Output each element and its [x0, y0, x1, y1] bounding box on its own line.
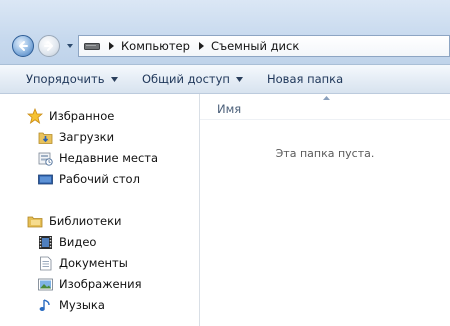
pictures-icon	[38, 278, 53, 290]
organize-button[interactable]: Упорядочить	[26, 72, 118, 86]
column-header-name[interactable]: Имя	[217, 102, 241, 116]
sidebar-item-label: Изображения	[59, 277, 142, 291]
forward-button[interactable]	[38, 35, 60, 57]
navigation-pane[interactable]: Избранное Загрузки Недавние места Рабочи…	[0, 94, 200, 326]
organize-label: Упорядочить	[26, 72, 105, 86]
video-icon	[39, 235, 52, 249]
chevron-down-icon[interactable]	[66, 42, 74, 50]
address-bar[interactable]: Компьютер Съемный диск	[78, 35, 450, 57]
sort-ascending-icon	[323, 96, 330, 100]
sidebar-item-video[interactable]: Видео	[38, 232, 96, 252]
content-area: Избранное Загрузки Недавние места Рабочи…	[0, 94, 450, 326]
sidebar-item-label: Недавние места	[59, 151, 159, 165]
sidebar-item-label: Рабочий стол	[59, 172, 140, 186]
breadcrumb-removable-disk[interactable]: Съемный диск	[211, 39, 299, 53]
chevron-down-icon	[235, 76, 243, 82]
documents-icon	[40, 256, 52, 270]
sidebar-item-libraries[interactable]: Библиотеки	[27, 211, 122, 231]
sidebar-item-label: Библиотеки	[49, 214, 122, 228]
new-folder-label: Новая папка	[267, 72, 344, 86]
sidebar-item-downloads[interactable]: Загрузки	[38, 127, 114, 147]
title-bar: Компьютер Съемный диск	[0, 0, 450, 65]
file-list-pane[interactable]: Имя Эта папка пуста.	[200, 94, 450, 326]
music-icon	[39, 298, 50, 311]
desktop-icon	[38, 174, 53, 184]
share-label: Общий доступ	[142, 72, 230, 86]
downloads-folder-icon	[38, 132, 53, 144]
breadcrumb-computer[interactable]: Компьютер	[121, 39, 190, 53]
sidebar-item-pictures[interactable]: Изображения	[38, 274, 142, 294]
sidebar-item-desktop[interactable]: Рабочий стол	[38, 169, 140, 189]
share-button[interactable]: Общий доступ	[142, 72, 243, 86]
sidebar-item-favorites[interactable]: Избранное	[27, 106, 114, 126]
sidebar-item-label: Загрузки	[59, 130, 115, 144]
star-icon	[27, 108, 43, 124]
breadcrumb-separator-icon[interactable]	[198, 42, 205, 50]
sidebar-item-label: Видео	[59, 235, 97, 249]
empty-folder-message: Эта папка пуста.	[275, 147, 375, 160]
back-button[interactable]	[12, 35, 34, 57]
new-folder-button[interactable]: Новая папка	[267, 72, 343, 86]
recent-places-icon	[38, 152, 53, 166]
removable-drive-icon	[84, 42, 100, 50]
libraries-icon	[27, 216, 43, 228]
chevron-down-icon	[110, 76, 118, 82]
sidebar-item-music[interactable]: Музыка	[38, 295, 105, 315]
command-bar: Упорядочить Общий доступ Новая папка	[0, 65, 450, 94]
sidebar-item-label: Избранное	[49, 109, 115, 123]
sidebar-item-recent-places[interactable]: Недавние места	[38, 148, 158, 168]
column-header-divider	[200, 119, 450, 120]
breadcrumb-separator-icon[interactable]	[108, 42, 115, 50]
back-arrow-icon	[19, 41, 28, 51]
sidebar-item-label: Документы	[59, 256, 128, 270]
sidebar-item-documents[interactable]: Документы	[38, 253, 128, 273]
sidebar-item-label: Музыка	[59, 298, 105, 312]
forward-arrow-icon	[44, 41, 53, 51]
